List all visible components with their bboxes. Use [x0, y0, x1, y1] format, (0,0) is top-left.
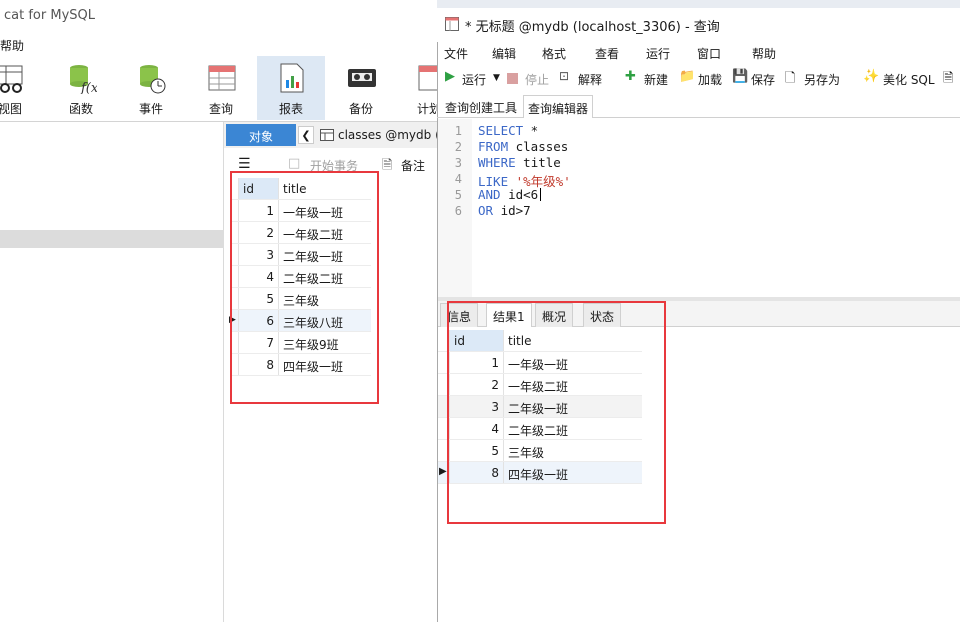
- sql-line-5[interactable]: AND id<6: [478, 187, 542, 202]
- save-as-button[interactable]: 另存为: [804, 71, 840, 88]
- toolbar-query-button[interactable]: 查询: [189, 56, 253, 120]
- object-tree-pane[interactable]: [0, 122, 224, 622]
- sql-keyword: FROM: [478, 139, 509, 154]
- sql-text: id>7: [493, 203, 531, 218]
- save-as-icon: 🗋: [785, 71, 796, 86]
- tab-scroll-left-icon[interactable]: ❮: [298, 126, 314, 144]
- notes-icon: 🗎: [382, 158, 393, 173]
- sql-text: classes: [508, 139, 569, 154]
- query-icon: [208, 65, 236, 91]
- load-folder-icon: 📁: [679, 69, 696, 84]
- toolbar-view-label: 视图: [0, 102, 22, 116]
- tab-query-editor[interactable]: 查询编辑器: [523, 95, 594, 118]
- sql-line-1[interactable]: SELECT *: [478, 123, 538, 138]
- tree-selected-row[interactable]: [0, 230, 224, 248]
- sql-text: *: [523, 123, 539, 138]
- menu-window[interactable]: 窗口: [697, 45, 721, 62]
- sql-text: title: [515, 155, 561, 170]
- report-icon: [280, 63, 304, 93]
- sql-line-6[interactable]: OR id>7: [478, 203, 531, 218]
- table-icon: [320, 129, 334, 141]
- run-icon: ▶: [445, 69, 455, 84]
- document-icon[interactable]: 🗎: [943, 69, 953, 91]
- sql-editor[interactable]: 1 2 3 4 5 6 SELECT * FROM classes WHERE …: [438, 119, 960, 297]
- run-dropdown-icon[interactable]: ▼: [493, 73, 500, 83]
- menu-hamburger-icon[interactable]: ☰: [238, 156, 251, 172]
- toolbar-backup-button[interactable]: 备份: [329, 56, 393, 120]
- toolbar-function-button[interactable]: f(x) 函数: [49, 56, 113, 120]
- new-query-icon: ✚: [625, 69, 636, 84]
- query-menubar: 文件 编辑 格式 查看 运行 窗口 帮助: [437, 42, 960, 64]
- save-button[interactable]: 保存: [751, 71, 775, 88]
- menu-file[interactable]: 文件: [444, 45, 468, 62]
- sql-line-3[interactable]: WHERE title: [478, 155, 561, 170]
- query-window-title: * 无标题 @mydb (localhost_3306) - 查询: [437, 8, 960, 42]
- line-number: 5: [454, 188, 462, 202]
- tab-query-builder[interactable]: 查询创建工具: [441, 95, 521, 118]
- text-caret: [540, 188, 542, 201]
- line-number: 3: [454, 156, 462, 170]
- sql-text: id<6: [500, 187, 539, 202]
- notes-button[interactable]: 备注: [401, 157, 425, 174]
- toolbar-query-label: 查询: [208, 102, 233, 116]
- view-icon: [0, 65, 23, 93]
- beautify-wand-icon: ✨: [863, 69, 880, 84]
- toolbar-report-button[interactable]: 报表: [257, 56, 325, 120]
- current-row-pointer-icon: ▶: [439, 466, 447, 477]
- save-icon: 💾: [732, 69, 749, 84]
- event-icon: [140, 65, 166, 94]
- toolbar-view-button[interactable]: 视图: [0, 56, 42, 120]
- explain-button[interactable]: 解释: [578, 71, 602, 88]
- query-window-title-text: * 无标题 @mydb (localhost_3306) - 查询: [465, 20, 720, 35]
- annotation-red-box-left: [230, 171, 379, 404]
- menu-view[interactable]: 查看: [595, 45, 619, 62]
- svg-text:f(x): f(x): [80, 81, 97, 94]
- sql-keyword: OR: [478, 203, 494, 218]
- load-button[interactable]: 加载: [698, 71, 722, 88]
- query-toolbar: ▶ 运行 ▼ 停止 ⊡ 解释 ✚ 新建 📁 加载 💾 保存 🗋 另存为 ✨ 美化…: [437, 64, 960, 94]
- line-number: 6: [454, 204, 462, 218]
- toolbar-event-label: 事件: [138, 102, 163, 116]
- sql-keyword: WHERE: [478, 155, 516, 170]
- toolbar-event-button[interactable]: 事件: [119, 56, 183, 120]
- stop-icon: [507, 73, 518, 84]
- line-number: 1: [454, 124, 462, 138]
- tab-classes-label: classes @mydb (: [338, 128, 437, 142]
- toolbar-backup-label: 备份: [348, 102, 373, 116]
- query-tabs: 查询创建工具 查询编辑器: [437, 94, 960, 118]
- menu-help[interactable]: 帮助: [752, 45, 776, 62]
- line-number: 4: [454, 172, 462, 186]
- menu-run[interactable]: 运行: [646, 45, 670, 62]
- main-window-title: cat for MySQL: [0, 0, 437, 32]
- run-button[interactable]: 运行: [462, 71, 486, 88]
- main-toolbar: 视图 f(x) 函数 事件 查询 报表 备份 计划: [0, 56, 446, 122]
- stop-button[interactable]: 停止: [525, 71, 549, 88]
- menu-edit[interactable]: 编辑: [492, 45, 516, 62]
- sql-keyword: AND: [478, 187, 501, 202]
- line-number-gutter: 1 2 3 4 5 6: [438, 119, 472, 297]
- line-number: 2: [454, 140, 462, 154]
- tab-objects[interactable]: 对象: [226, 124, 296, 146]
- toolbar-function-label: 函数: [68, 102, 93, 116]
- begin-transaction-icon: □: [288, 156, 301, 171]
- menu-format[interactable]: 格式: [542, 45, 566, 62]
- annotation-red-box-right: [447, 301, 666, 524]
- explain-icon: ⊡: [559, 69, 570, 83]
- sql-line-2[interactable]: FROM classes: [478, 139, 568, 154]
- tab-classes[interactable]: classes @mydb (: [316, 124, 437, 146]
- sql-keyword: SELECT: [478, 123, 524, 138]
- new-query-button[interactable]: 新建: [644, 71, 668, 88]
- menu-help[interactable]: 帮助: [0, 37, 24, 54]
- backup-icon: [348, 69, 376, 87]
- beautify-sql-button[interactable]: 美化 SQL: [883, 71, 935, 88]
- function-icon: f(x): [70, 65, 97, 94]
- query-window-icon: [445, 17, 459, 31]
- toolbar-report-label: 报表: [278, 102, 303, 116]
- main-menubar: 帮助: [0, 32, 437, 56]
